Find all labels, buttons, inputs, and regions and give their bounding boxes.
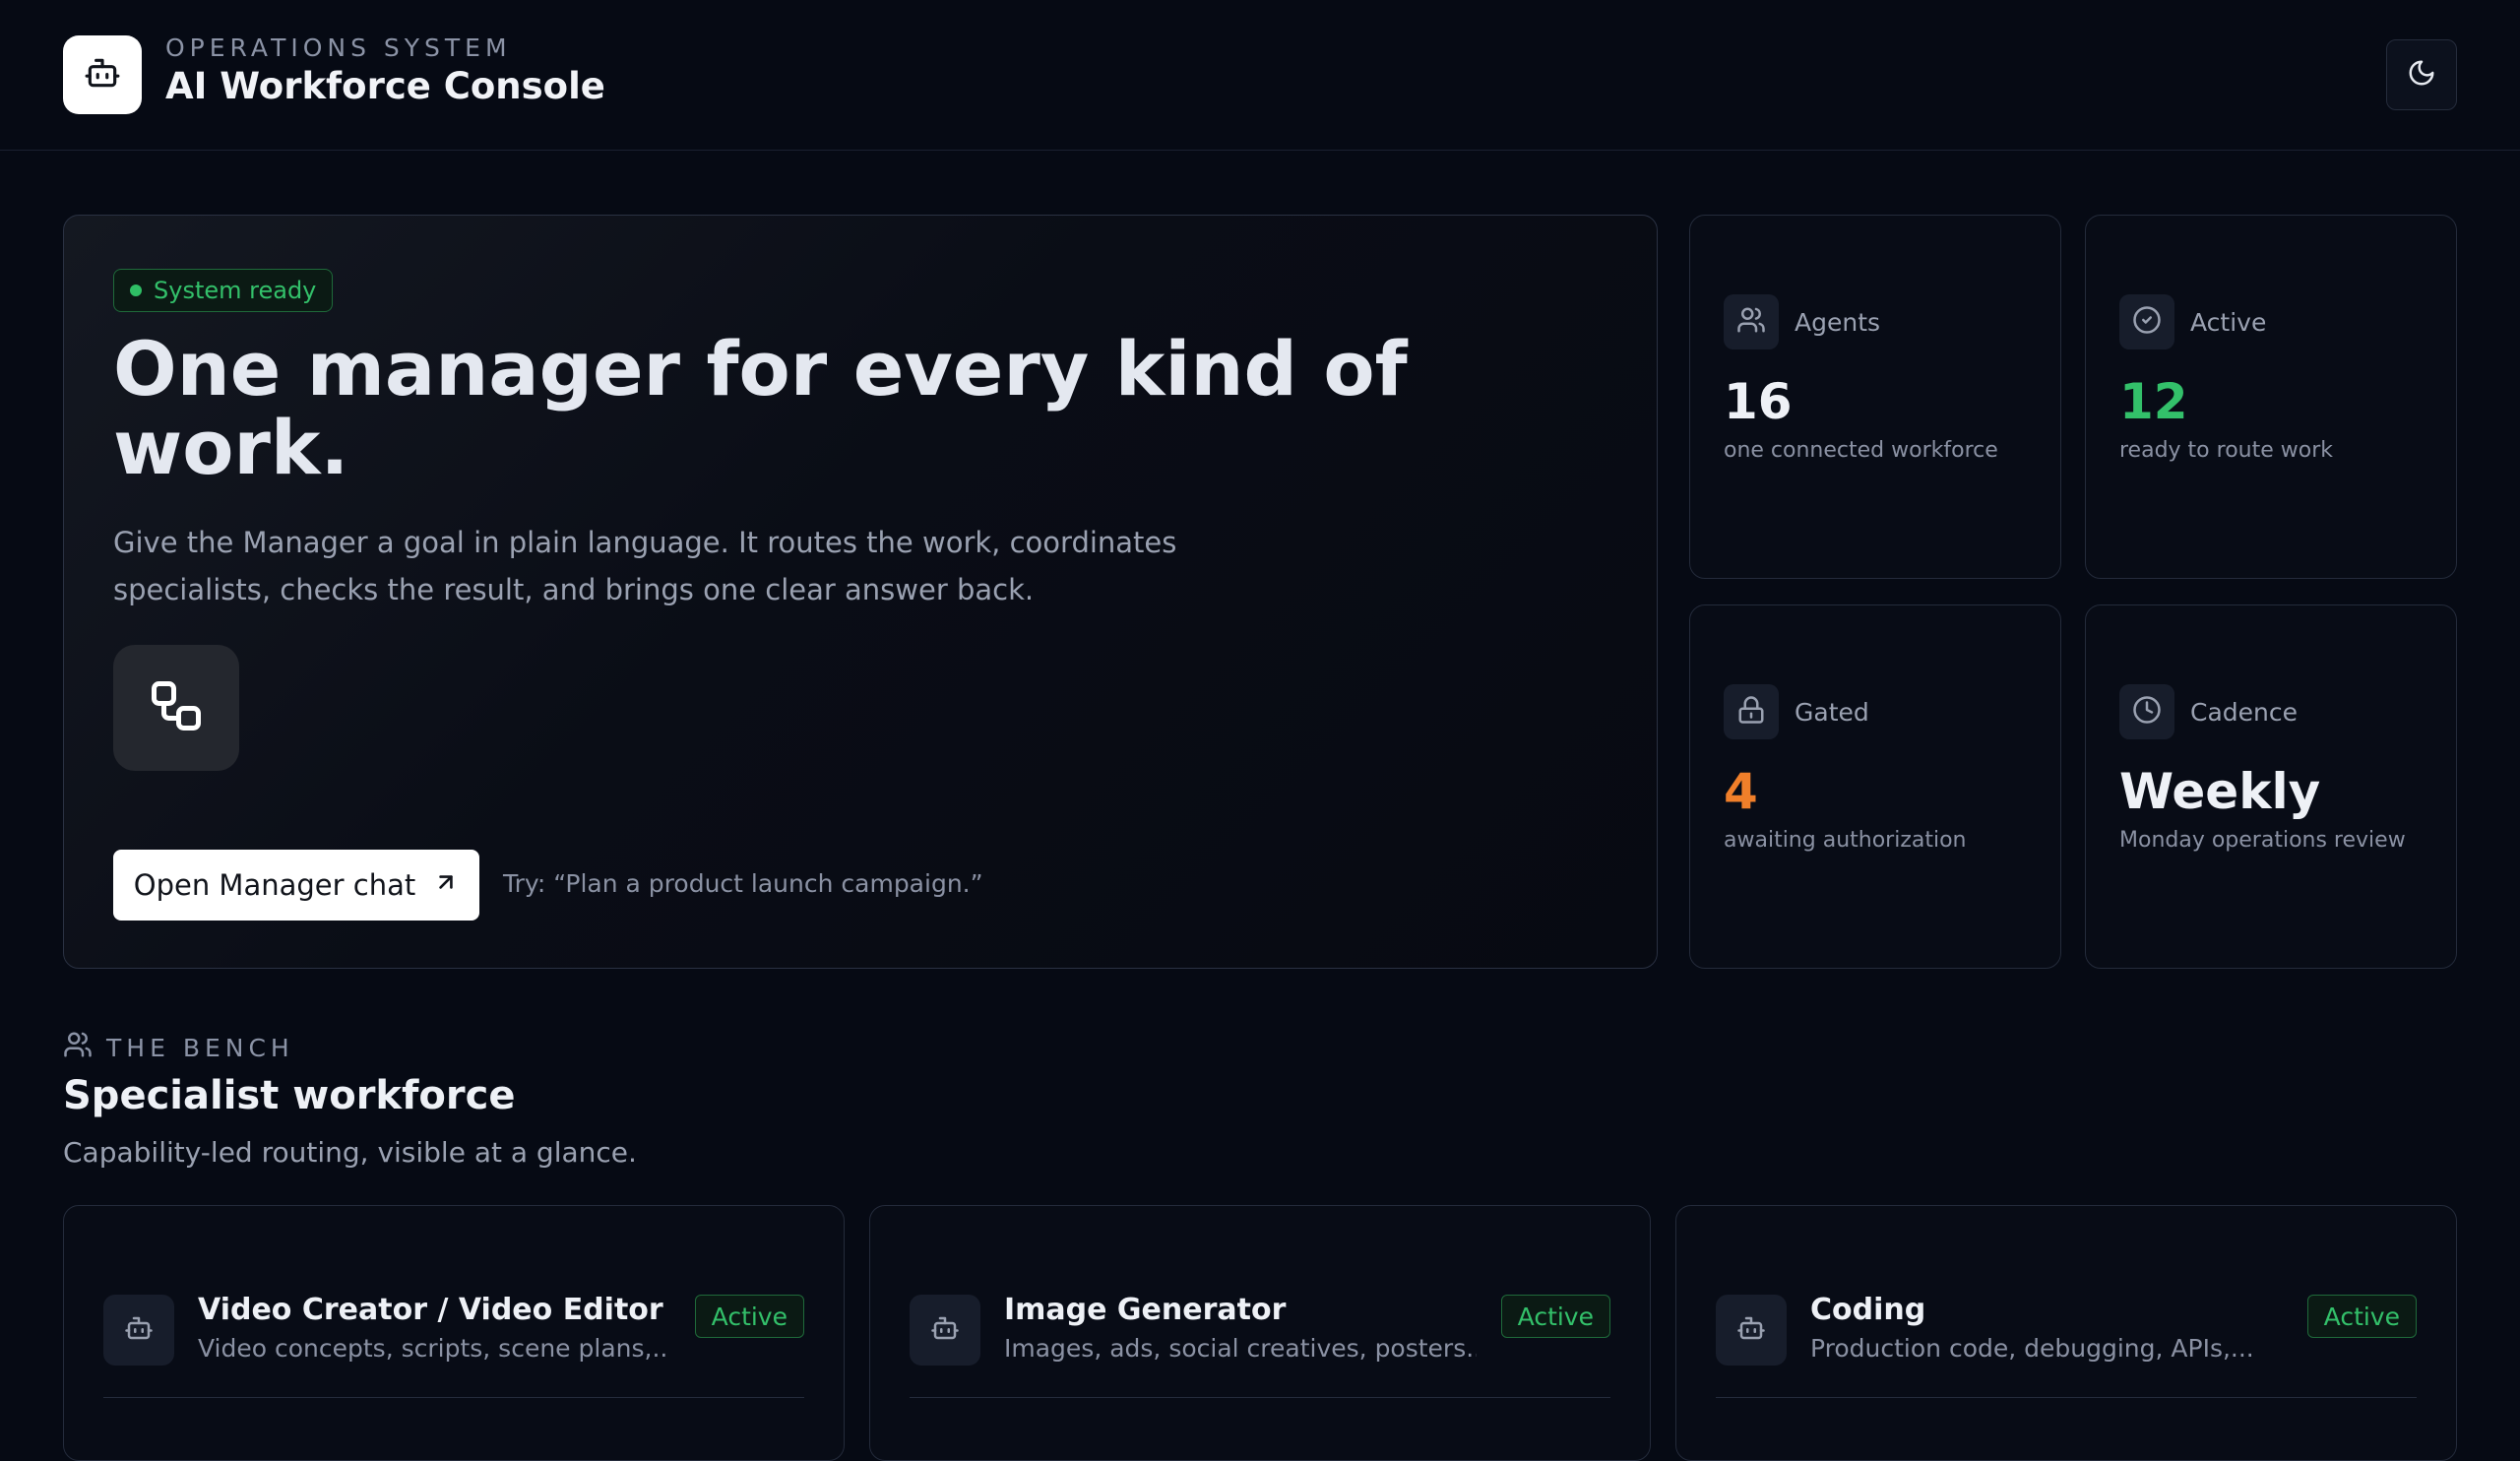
section-subtitle: Capability-led routing, visible at a gla… <box>63 1136 637 1169</box>
agent-card[interactable]: Video Creator / Video Editor Video conce… <box>63 1205 845 1461</box>
robot-icon <box>930 1313 960 1347</box>
agent-icon-tile <box>103 1295 174 1366</box>
lock-icon <box>1736 695 1766 729</box>
agent-name: Video Creator / Video Editor <box>198 1293 663 1327</box>
brand-eyebrow: OPERATIONS SYSTEM <box>165 33 512 62</box>
stat-icon-box <box>1724 684 1779 739</box>
agent-icon-tile <box>910 1295 980 1366</box>
app-logo[interactable] <box>63 35 142 114</box>
stat-label: Active <box>2190 308 2267 337</box>
stat-caption: Monday operations review <box>2119 828 2406 853</box>
robot-icon <box>84 54 121 95</box>
agent-icon-tile <box>1716 1295 1787 1366</box>
top-bar: OPERATIONS SYSTEM AI Workforce Console <box>0 0 2520 151</box>
section-eyebrow-label: THE BENCH <box>106 1033 294 1062</box>
stat-caption: one connected workforce <box>1724 438 1998 463</box>
stat-caption: awaiting authorization <box>1724 828 1967 853</box>
divider <box>103 1397 804 1398</box>
stat-icon-box <box>2119 294 2174 349</box>
hero-description: Give the Manager a goal in plain languag… <box>113 526 1177 606</box>
arrow-up-right-icon <box>433 868 459 902</box>
agent-card[interactable]: Coding Production code, debugging, APIs,… <box>1675 1205 2457 1461</box>
example-prompt-hint: Try: “Plan a product launch campaign.” <box>503 869 983 898</box>
agent-status-badge: Active <box>2306 1295 2417 1338</box>
agent-status-badge: Active <box>1500 1295 1610 1338</box>
open-manager-chat-button[interactable]: Open Manager chat <box>113 850 479 921</box>
agent-description: Images, ads, social creatives, posters..… <box>1004 1334 1477 1363</box>
agent-name: Image Generator <box>1004 1293 1287 1327</box>
app-title: AI Workforce Console <box>165 65 605 107</box>
theme-toggle-button[interactable] <box>2386 39 2457 110</box>
stat-icon-box <box>1724 294 1779 349</box>
stat-value: 16 <box>1724 373 1793 430</box>
stat-label: Agents <box>1795 308 1881 337</box>
users-icon <box>63 1030 93 1065</box>
clock-icon <box>2132 695 2162 729</box>
stat-label: Cadence <box>2190 698 2298 727</box>
stat-value: Weekly <box>2119 763 2321 820</box>
stat-value: 12 <box>2119 373 2188 430</box>
workflow-icon-tile <box>113 645 239 771</box>
stat-card-gated: Gated 4 awaiting authorization <box>1689 604 2061 969</box>
hero-title: One manager for every kind of work. <box>113 325 1408 491</box>
stat-card-active: Active 12 ready to route work <box>2085 215 2457 579</box>
hero-panel: System ready One manager for every kind … <box>63 215 1658 969</box>
divider <box>910 1397 1610 1398</box>
open-manager-chat-label: Open Manager chat <box>133 868 416 902</box>
users-icon <box>1736 305 1766 339</box>
workflow-icon <box>147 676 206 739</box>
divider <box>1716 1397 2417 1398</box>
status-badge: System ready <box>113 269 334 312</box>
agent-description: Video concepts, scripts, scene plans,... <box>198 1334 670 1363</box>
stat-icon-box <box>2119 684 2174 739</box>
agent-status-badge: Active <box>694 1295 804 1338</box>
stat-value: 4 <box>1724 763 1758 820</box>
stat-card-cadence: Cadence Weekly Monday operations review <box>2085 604 2457 969</box>
moon-icon <box>2407 58 2436 92</box>
robot-icon <box>124 1313 154 1347</box>
robot-icon <box>1736 1313 1766 1347</box>
agent-card[interactable]: Image Generator Images, ads, social crea… <box>869 1205 1651 1461</box>
status-dot <box>130 285 142 296</box>
stat-label: Gated <box>1795 698 1869 727</box>
stat-caption: ready to route work <box>2119 438 2333 463</box>
agent-description: Production code, debugging, APIs,... <box>1810 1334 2254 1363</box>
check-circle-icon <box>2132 305 2162 339</box>
status-badge-label: System ready <box>154 277 317 304</box>
section-title: Specialist workforce <box>63 1073 516 1118</box>
agent-name: Coding <box>1810 1293 1926 1327</box>
section-eyebrow: THE BENCH <box>63 1030 294 1065</box>
stat-card-agents: Agents 16 one connected workforce <box>1689 215 2061 579</box>
